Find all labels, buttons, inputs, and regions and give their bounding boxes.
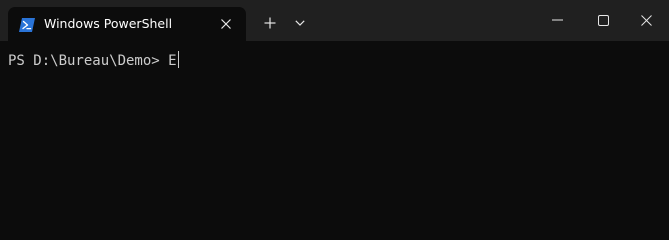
close-icon[interactable] <box>218 16 234 32</box>
plus-icon[interactable] <box>258 12 282 34</box>
title-bar[interactable]: Windows PowerShell <box>0 0 669 41</box>
powershell-icon <box>19 17 35 32</box>
tab-title: Windows PowerShell <box>44 16 173 31</box>
text-cursor <box>177 51 179 68</box>
terminal-output[interactable]: PS D:\Bureau\Demo> E <box>0 41 669 224</box>
tab-windows-powershell[interactable]: Windows PowerShell <box>8 7 246 41</box>
chevron-down-icon[interactable] <box>290 12 310 34</box>
maximize-icon[interactable] <box>580 0 626 40</box>
command-input[interactable]: E <box>168 53 176 69</box>
minimize-icon[interactable] <box>534 0 580 40</box>
close-window-icon[interactable] <box>623 0 669 40</box>
command-line: PS D:\Bureau\Demo> E <box>8 51 179 70</box>
prompt: PS D:\Bureau\Demo> <box>8 53 169 69</box>
terminal-window: Windows PowerShell PS D:\Bureau\Demo> E <box>0 0 669 224</box>
